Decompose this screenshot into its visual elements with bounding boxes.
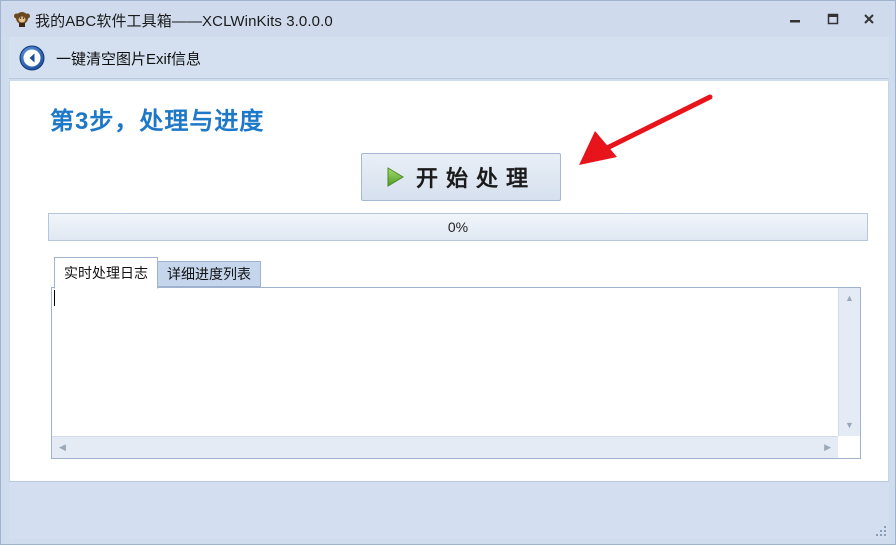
step-heading-suffix: 步，处理与进度	[89, 106, 265, 135]
start-processing-button[interactable]: 开始处理	[361, 153, 561, 201]
app-window: 我的ABC软件工具箱——XCLWinKits 3.0.0.0 一键清空图片Exi…	[0, 0, 896, 545]
vertical-scrollbar[interactable]: ▲ ▼	[838, 288, 860, 436]
text-caret	[54, 290, 55, 306]
tab-strip: 实时处理日志 详细进度列表	[54, 257, 261, 289]
play-icon	[387, 167, 404, 187]
window-title: 我的ABC软件工具箱——XCLWinKits 3.0.0.0	[35, 13, 333, 30]
resize-grip-icon[interactable]	[875, 525, 887, 537]
title-bar[interactable]: 我的ABC软件工具箱——XCLWinKits 3.0.0.0	[1, 1, 895, 37]
tab-realtime-log[interactable]: 实时处理日志	[54, 257, 158, 289]
nav-bar: 一键清空图片Exif信息	[9, 37, 889, 79]
log-panel: ▲ ▼ ◀ ▶	[51, 287, 861, 459]
scroll-down-icon[interactable]: ▼	[845, 421, 854, 430]
progress-bar: 0%	[48, 213, 868, 241]
horizontal-scrollbar[interactable]: ◀ ▶	[52, 436, 838, 458]
maximize-button[interactable]	[825, 11, 841, 27]
maximize-icon	[827, 13, 839, 25]
scroll-corner	[838, 436, 860, 458]
status-bar	[9, 481, 889, 539]
tab-detailed-progress[interactable]: 详细进度列表	[157, 261, 261, 287]
main-panel: 第3步，处理与进度 开始处理 0% 实时处理日志 详细进度列表 ▲ ▼ ◀ ▶	[9, 81, 889, 481]
step-number: 3	[75, 108, 90, 135]
scroll-right-icon[interactable]: ▶	[824, 443, 831, 452]
page-title: 一键清空图片Exif信息	[56, 51, 202, 68]
scroll-up-icon[interactable]: ▲	[845, 294, 854, 303]
red-annotation-arrow	[579, 94, 713, 165]
step-heading-prefix: 第	[50, 106, 75, 135]
scroll-left-icon[interactable]: ◀	[59, 443, 66, 452]
log-textarea[interactable]	[52, 288, 838, 436]
close-button[interactable]	[861, 11, 877, 27]
minimize-button[interactable]	[787, 11, 803, 27]
progress-text: 0%	[447, 219, 469, 235]
start-button-label: 开始处理	[415, 166, 536, 192]
close-icon	[864, 14, 874, 24]
step-heading: 第3步，处理与进度	[50, 101, 264, 136]
minimize-icon	[790, 20, 800, 23]
monkey-app-icon	[14, 12, 30, 27]
back-arrow-icon[interactable]	[19, 45, 45, 71]
